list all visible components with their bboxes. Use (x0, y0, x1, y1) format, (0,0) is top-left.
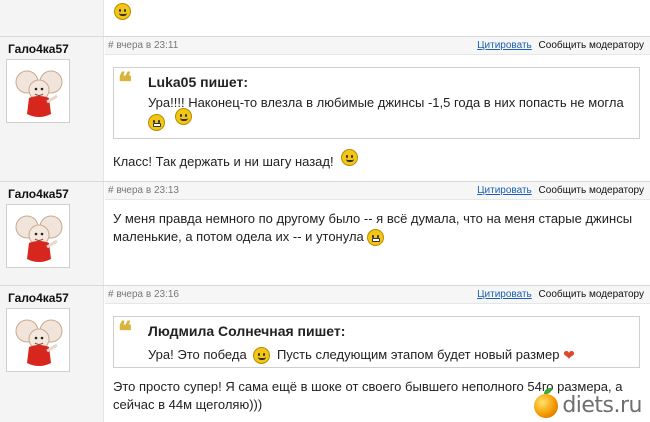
author-name[interactable]: Гало4ка57 (8, 42, 69, 56)
quote-text: Ура!!!! Наконец-то влезла в любимые джин… (148, 93, 629, 132)
quote-mark-icon: ❝ (118, 68, 132, 98)
post-text: Класс! Так держать и ни шагу назад! (113, 149, 636, 171)
post-date[interactable]: # вчера в 23:16 (108, 289, 179, 300)
grin-smiley-icon (148, 114, 165, 132)
avatar[interactable] (6, 308, 70, 372)
author-name[interactable]: Гало4ка57 (8, 187, 69, 201)
report-moderator-link[interactable]: Сообщить модератору (539, 40, 644, 51)
watermark-text: diets.ru (562, 393, 642, 418)
author-column: Гало4ка57 (0, 37, 104, 181)
avatar-cheburashka-icon (15, 319, 63, 366)
quote-link[interactable]: Цитировать (477, 289, 532, 300)
report-moderator-link[interactable]: Сообщить модератору (539, 185, 644, 196)
post-date[interactable]: # вчера в 23:11 (108, 40, 178, 51)
avatar-cheburashka-icon (15, 70, 63, 117)
author-name[interactable]: Гало4ка57 (8, 291, 69, 305)
post-meta-bar: # вчера в 23:11 Цитировать Сообщить моде… (105, 37, 650, 55)
site-watermark: diets.ru (534, 387, 642, 418)
forum-post: Гало4ка57 # вчера в 23:13 Цитировать Соо… (0, 181, 650, 285)
heart-icon: ❤ (563, 347, 575, 364)
post-content: # вчера в 23:13 Цитировать Сообщить моде… (105, 182, 650, 285)
author-column: Гало4ка57 (0, 286, 104, 422)
avatar[interactable] (6, 204, 70, 268)
quote-text-part2: Пусть следующим этапом будет новый разме… (276, 347, 560, 362)
previous-post-remnant (0, 0, 650, 36)
crown-smiley-icon (253, 347, 271, 365)
report-moderator-link[interactable]: Сообщить модератору (539, 289, 644, 300)
avatar-cheburashka-icon (15, 215, 63, 262)
quote-link[interactable]: Цитировать (477, 185, 532, 196)
avatar[interactable] (6, 59, 70, 123)
smiley-icon (114, 3, 131, 20)
quote-author: Людмила Солнечная пишет: (148, 323, 346, 339)
apple-logo-icon (534, 387, 559, 418)
previous-author-column (0, 0, 104, 36)
quote-text-part1: Ура! Это победа (148, 347, 247, 362)
quote-link[interactable]: Цитировать (477, 40, 532, 51)
post-meta-bar: # вчера в 23:13 Цитировать Сообщить моде… (105, 182, 650, 200)
quote-block: ❝ Людмила Солнечная пишет: Ура! Это побе… (113, 316, 640, 368)
quote-text-body: Ура!!!! Наконец-то влезла в любимые джин… (148, 95, 624, 110)
post-content: # вчера в 23:11 Цитировать Сообщить моде… (105, 37, 650, 181)
post-meta-bar: # вчера в 23:16 Цитировать Сообщить моде… (105, 286, 650, 304)
previous-content-column (104, 0, 650, 36)
quote-author: Luka05 пишет: (148, 74, 248, 90)
quote-mark-icon: ❝ (118, 317, 132, 347)
grin-smiley-icon (367, 229, 385, 247)
post-text: У меня правда немного по другому было --… (113, 210, 636, 247)
quote-text: Ура! Это победа Пусть следующим этапом б… (148, 345, 629, 365)
forum-post: Гало4ка57 # вчера в 23:11 Цитировать Соо… (0, 36, 650, 181)
author-column: Гало4ка57 (0, 182, 104, 285)
post-text-body: Класс! Так держать и ни шагу назад! (113, 154, 334, 169)
post-date[interactable]: # вчера в 23:13 (108, 185, 179, 196)
laugh-smiley-icon (174, 108, 192, 126)
quote-block: ❝ Luka05 пишет: Ура!!!! Наконец-то влезл… (113, 67, 640, 139)
girl-smiley-icon (341, 149, 359, 167)
